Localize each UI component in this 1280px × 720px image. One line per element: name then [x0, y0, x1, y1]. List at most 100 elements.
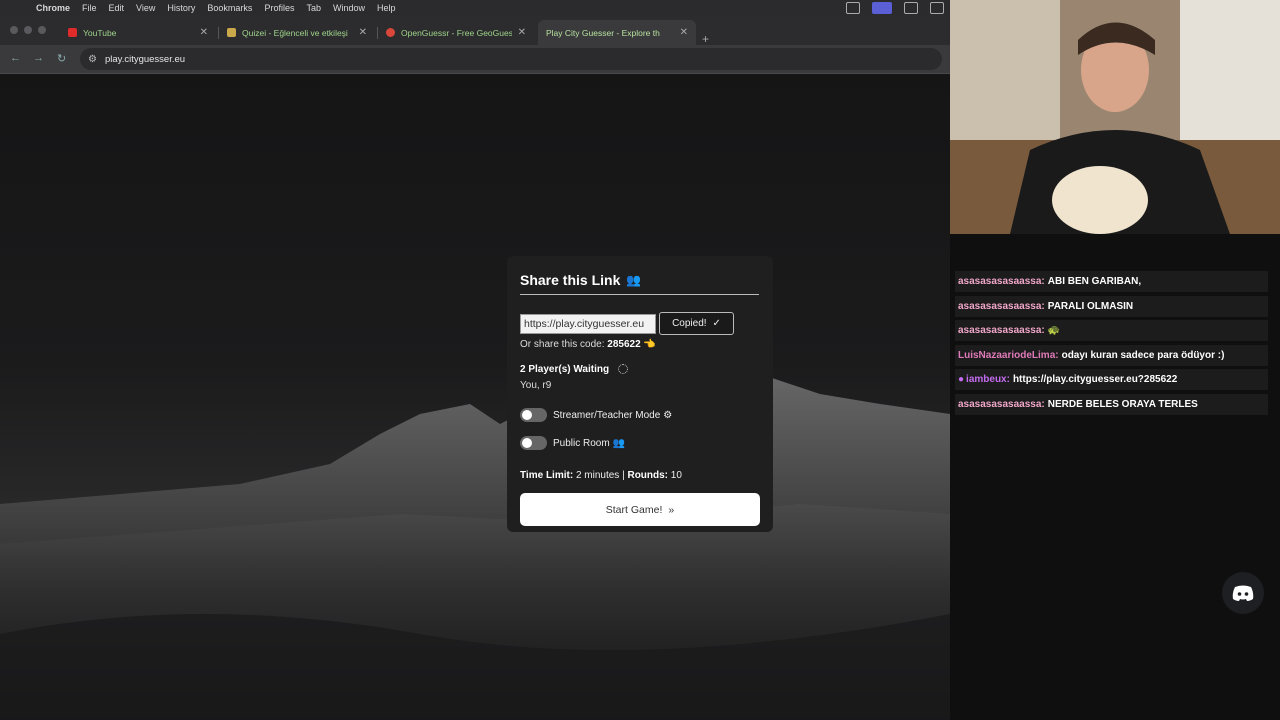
chat-message: asasasasasaassa: PARALI OLMASIN: [955, 296, 1268, 317]
streamer-mode-toggle[interactable]: [520, 408, 547, 422]
start-game-button[interactable]: Start Game! »: [520, 493, 760, 526]
tab-title: OpenGuessr - Free GeoGuess: [401, 27, 512, 38]
page-background: [0, 74, 950, 720]
tab-strip: YouTube ✕ Quizei - Eğlenceli ve etkileşi…: [0, 15, 950, 46]
menu-edit[interactable]: Edit: [109, 3, 125, 13]
forward-icon[interactable]: →: [33, 52, 44, 64]
tab-quizei[interactable]: Quizei - Eğlenceli ve etkileşi ✕: [219, 20, 375, 45]
status-tray: [846, 2, 944, 14]
address-bar[interactable]: ⚙ play.cityguesser.eu: [80, 48, 942, 70]
new-tab-icon[interactable]: +: [702, 32, 709, 46]
display-icon[interactable]: [904, 2, 918, 14]
chat-text: PARALI OLMASIN: [1047, 301, 1134, 312]
menu-bar: Chrome File Edit View History Bookmarks …: [0, 0, 950, 15]
menu-app[interactable]: Chrome: [36, 3, 70, 13]
public-room-toggle[interactable]: [520, 436, 547, 450]
zoom-window-icon[interactable]: [38, 26, 46, 34]
menu-profiles[interactable]: Profiles: [264, 3, 294, 13]
minimize-window-icon[interactable]: [24, 26, 32, 34]
chat-username: LuisNazaariodeLima:: [958, 350, 1059, 361]
quizei-icon: [227, 28, 236, 37]
player-list: You, r9: [520, 380, 552, 391]
menu-view[interactable]: View: [136, 3, 155, 13]
close-tab-icon[interactable]: ✕: [680, 27, 688, 38]
tab-youtube[interactable]: YouTube ✕: [60, 20, 216, 45]
divider: [520, 294, 759, 295]
link-row: Copied! ✓: [520, 312, 760, 335]
streamer-mode-row: Streamer/Teacher Mode ⚙: [520, 408, 760, 422]
loading-spinner-icon: [617, 364, 628, 375]
chat-username: iambeux:: [966, 374, 1010, 385]
public-room-label: Public Room: [553, 437, 610, 449]
card-header: Share this Link 👥: [520, 272, 760, 288]
tab-title: YouTube: [83, 27, 117, 38]
menu-history[interactable]: History: [167, 3, 195, 13]
users-icon: 👥: [626, 273, 642, 287]
chat-message: asasasasasaassa: NERDE BELES ORAYA TERLE…: [955, 394, 1268, 415]
players-waiting: 2 Player(s) Waiting: [520, 364, 760, 375]
reload-icon[interactable]: ↻: [57, 52, 66, 65]
users-icon: 👥: [612, 437, 626, 449]
start-game-label: Start Game!: [605, 503, 663, 516]
address-url: play.cityguesser.eu: [104, 53, 186, 65]
chat-message: asasasasasaassa: 🐢: [955, 320, 1268, 341]
chat-text: odayı kuran sadece para ödüyor :): [1061, 350, 1225, 361]
tray-icon[interactable]: [846, 2, 860, 14]
rounds-value: 10: [670, 470, 682, 481]
window-icon[interactable]: [930, 2, 944, 14]
tab-cityguesser[interactable]: Play City Guesser - Explore th ✕: [538, 20, 696, 45]
share-code[interactable]: 285622: [607, 339, 640, 350]
site-info-icon[interactable]: ⚙: [88, 54, 97, 65]
youtube-icon: [68, 28, 77, 37]
tab-title: Play City Guesser - Explore th: [546, 27, 660, 38]
chat-text: https://play.cityguesser.eu?285622: [1012, 374, 1178, 385]
players-waiting-text: 2 Player(s) Waiting: [520, 364, 610, 375]
screen-share-icon[interactable]: [872, 2, 892, 14]
check-icon: ✓: [712, 318, 721, 329]
time-limit-label: Time Limit:: [520, 470, 574, 481]
background-landscape: [0, 359, 950, 720]
tab-title: Quizei - Eğlenceli ve etkileşi: [242, 27, 348, 38]
close-tab-icon[interactable]: ✕: [359, 27, 367, 38]
menu-window[interactable]: Window: [333, 3, 365, 13]
window-controls: [10, 26, 46, 34]
chat-message: ● iambeux: https://play.cityguesser.eu?2…: [955, 369, 1268, 390]
chat-username: asasasasasaassa:: [958, 301, 1045, 312]
chat-username: asasasasasaassa:: [958, 399, 1045, 410]
menu-help[interactable]: Help: [377, 3, 396, 13]
share-code-line: Or share this code: 285622 👈: [520, 339, 760, 350]
discord-button[interactable]: [1222, 572, 1264, 614]
menu-file[interactable]: File: [82, 3, 97, 13]
streamer-mode-label: Streamer/Teacher Mode: [553, 409, 661, 421]
separator: |: [622, 470, 625, 481]
openguessr-icon: [386, 28, 395, 37]
chat-overlay: asasasasasaassa: ABI BEN GARIBAN, asasas…: [950, 234, 1280, 720]
close-tab-icon[interactable]: ✕: [518, 27, 526, 38]
time-limit-value: 2 minutes: [575, 470, 620, 481]
double-chevron-right-icon: »: [668, 503, 675, 516]
back-icon[interactable]: ←: [10, 52, 21, 64]
game-settings: Time Limit: 2 minutes | Rounds: 10: [520, 470, 760, 481]
public-room-row: Public Room 👥: [520, 436, 760, 450]
streamer-icon: ⚙: [663, 409, 673, 421]
share-code-prefix: Or share this code:: [520, 339, 605, 350]
webcam-image: [950, 0, 1280, 234]
share-link-input[interactable]: [520, 313, 656, 334]
share-link-card: Share this Link 👥 Copied! ✓ Or share thi…: [507, 256, 773, 532]
menu-bookmarks[interactable]: Bookmarks: [207, 3, 252, 13]
tab-openguessr[interactable]: OpenGuessr - Free GeoGuess ✕: [378, 20, 534, 45]
chat-username: asasasasasaassa:: [958, 325, 1045, 336]
close-window-icon[interactable]: [10, 26, 18, 34]
chat-username: asasasasasaassa:: [958, 276, 1045, 287]
chat-message: LuisNazaariodeLima: odayı kuran sadece p…: [955, 345, 1268, 366]
chat-text: NERDE BELES ORAYA TERLES: [1047, 399, 1198, 410]
discord-icon: [1232, 585, 1254, 601]
copy-button[interactable]: Copied! ✓: [659, 312, 734, 335]
chat-text: ABI BEN GARIBAN,: [1047, 276, 1142, 287]
chat-text: 🐢: [1047, 325, 1061, 336]
menu-tab[interactable]: Tab: [306, 3, 321, 13]
rounds-label: Rounds:: [627, 470, 669, 481]
pointing-hand-icon: 👈: [643, 339, 656, 350]
close-tab-icon[interactable]: ✕: [200, 27, 208, 38]
webcam-overlay: [950, 0, 1280, 234]
